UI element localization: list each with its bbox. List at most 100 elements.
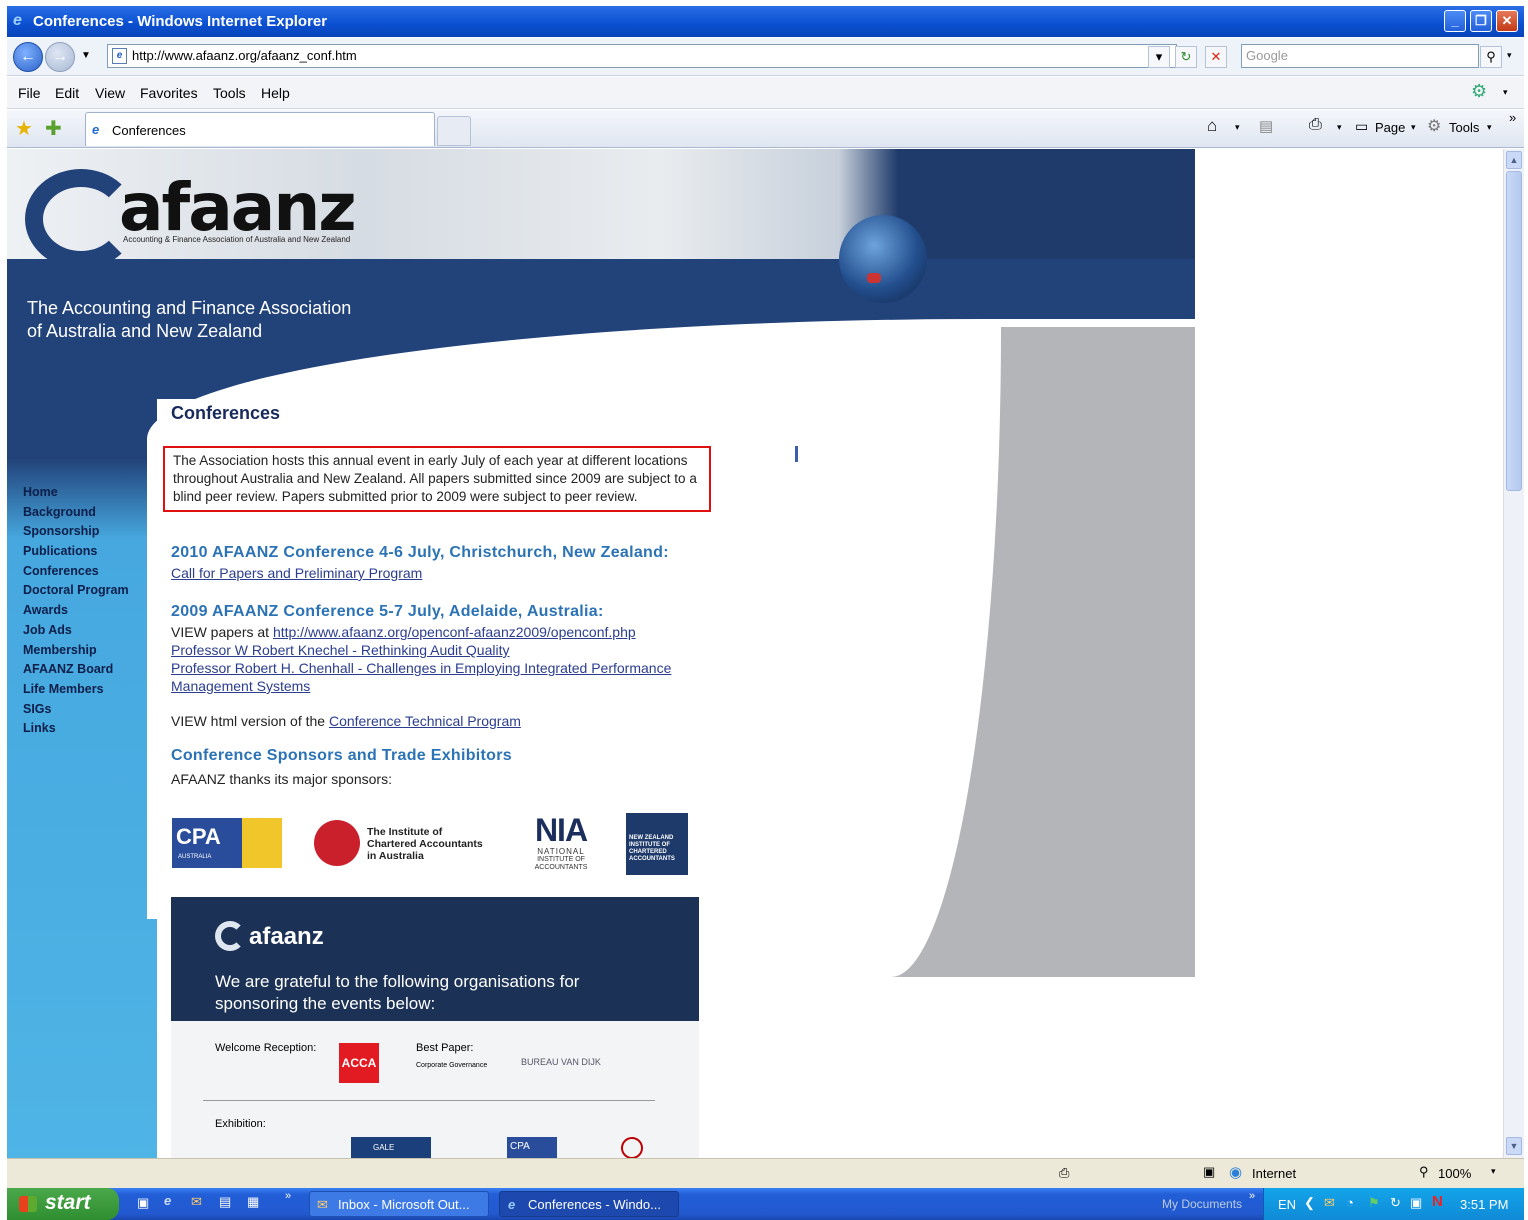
view-papers-prefix: VIEW papers at — [171, 624, 273, 640]
nav-home[interactable]: Home — [23, 485, 129, 505]
nav-awards[interactable]: Awards — [23, 603, 129, 623]
recent-pages-dropdown-icon[interactable]: ▼ — [81, 50, 91, 61]
cpa-logo-text: CPA — [176, 824, 221, 849]
menu-favorites[interactable]: Favorites — [140, 85, 198, 101]
zoom-level[interactable]: 100% — [1438, 1166, 1471, 1181]
favorites-center-icon[interactable]: ★ — [15, 116, 33, 141]
nzica-logo[interactable]: NEW ZEALAND INSTITUTE OF CHARTERED ACCOU… — [626, 813, 688, 875]
quicklaunch-outlook-icon[interactable]: ✉ — [191, 1194, 202, 1210]
tray-network-icon[interactable]: ⚑ — [1368, 1195, 1380, 1211]
print-dropdown-icon[interactable]: ▾ — [1337, 122, 1342, 133]
tray-monitor-icon[interactable]: ▣ — [1410, 1195, 1422, 1211]
toolbar-more-icon[interactable]: » — [1249, 1190, 1255, 1202]
quicklaunch-desktop-icon[interactable]: ▣ — [137, 1195, 149, 1211]
tools-gear-icon: ⚙ — [1427, 118, 1442, 135]
icaa-logo[interactable]: The Institute of Chartered Accountants i… — [367, 826, 483, 862]
tools-menu[interactable]: Tools — [1449, 120, 1479, 135]
chevron-more-icon[interactable]: » — [1509, 110, 1516, 125]
home-dropdown-icon[interactable]: ▾ — [1235, 122, 1240, 133]
taskbar-item-conferences[interactable]: e Conferences - Windo... — [499, 1191, 679, 1217]
menu-help[interactable]: Help — [261, 85, 290, 101]
tab-label: Conferences — [112, 123, 186, 138]
nav-background[interactable]: Background — [23, 505, 129, 525]
language-indicator[interactable]: EN — [1278, 1197, 1296, 1212]
quicklaunch-app-icon[interactable]: ▤ — [219, 1194, 231, 1210]
taskbar-item-conferences-label: Conferences - Windo... — [528, 1197, 661, 1212]
back-button[interactable]: ← — [13, 42, 43, 72]
home-icon[interactable]: ⌂ — [1207, 116, 1217, 136]
intro-paragraph: The Association hosts this annual event … — [163, 446, 711, 512]
nia-logo[interactable]: NIA NATIONAL INSTITUTE OF ACCOUNTANTS — [525, 813, 597, 873]
menu-tools[interactable]: Tools — [213, 85, 246, 101]
vertical-scrollbar[interactable]: ▲ ▼ — [1503, 149, 1524, 1158]
ie-logo-icon: e — [13, 12, 22, 29]
nav-life-members[interactable]: Life Members — [23, 682, 129, 702]
knechel-link[interactable]: Professor W Robert Knechel - Rethinking … — [171, 641, 510, 659]
nav-sigs[interactable]: SIGs — [23, 702, 129, 722]
restore-button[interactable]: ❐ — [1470, 10, 1492, 32]
menu-file[interactable]: File — [18, 85, 41, 101]
nia-sub-2: INSTITUTE OF — [537, 856, 585, 863]
view-html-line: VIEW html version of the Conference Tech… — [171, 712, 521, 730]
print-icon[interactable]: ⎙ — [1309, 116, 1322, 134]
start-button[interactable]: start — [7, 1188, 119, 1220]
scroll-up-icon[interactable]: ▲ — [1506, 151, 1522, 169]
feeds-icon[interactable]: ▤ — [1259, 117, 1273, 135]
tray-collapse-icon[interactable]: ❮ — [1304, 1195, 1315, 1211]
nav-membership[interactable]: Membership — [23, 643, 129, 663]
call-for-papers-link[interactable]: Call for Papers and Preliminary Program — [171, 564, 422, 582]
search-options-icon[interactable]: ▾ — [1507, 50, 1512, 61]
chenhall-link-cont[interactable]: Management Systems — [171, 677, 310, 695]
tech-program-link[interactable]: Conference Technical Program — [329, 713, 521, 729]
tray-mail-icon[interactable]: ✉ — [1324, 1195, 1335, 1211]
scroll-down-icon[interactable]: ▼ — [1506, 1137, 1522, 1155]
page-menu[interactable]: Page — [1375, 120, 1405, 135]
address-dropdown-icon[interactable]: ▾ — [1148, 46, 1170, 68]
search-icon[interactable]: ⚲ — [1480, 46, 1502, 68]
nav-conferences[interactable]: Conferences — [23, 564, 129, 584]
zoom-dropdown-icon[interactable]: ▾ — [1491, 1166, 1496, 1177]
nav-job-ads[interactable]: Job Ads — [23, 623, 129, 643]
scroll-thumb[interactable] — [1506, 171, 1522, 491]
live-search-icon[interactable]: ⚙ — [1471, 81, 1487, 102]
cpa-logo-sub: AUSTRALIA — [178, 854, 212, 860]
quicklaunch-ie-icon[interactable]: e — [164, 1193, 171, 1208]
nav-links[interactable]: Links — [23, 721, 129, 741]
zoom-icon[interactable]: ⚲ — [1419, 1164, 1429, 1180]
view-html-prefix: VIEW html version of the — [171, 713, 329, 729]
stop-icon[interactable]: ✕ — [1205, 46, 1227, 68]
clock[interactable]: 3:51 PM — [1460, 1197, 1508, 1212]
page-dropdown-icon[interactable]: ▾ — [1411, 122, 1416, 133]
openconf-link[interactable]: http://www.afaanz.org/openconf-afaanz200… — [273, 624, 636, 640]
forward-button[interactable]: → — [45, 42, 75, 72]
quicklaunch-more-icon[interactable]: » — [285, 1190, 291, 1202]
new-tab-button[interactable] — [437, 116, 471, 146]
my-documents-toolbar[interactable]: My Documents — [1162, 1197, 1242, 1211]
nav-publications[interactable]: Publications — [23, 544, 129, 564]
protected-mode-icon: ▣ — [1203, 1164, 1216, 1179]
address-input[interactable]: e http://www.afaanz.org/afaanz_conf.htm — [107, 44, 1177, 68]
quicklaunch-app2-icon[interactable]: ▦ — [247, 1194, 259, 1210]
tray-app-icon[interactable]: ◔ — [1346, 1195, 1354, 1210]
add-favorites-icon[interactable]: ✚ — [45, 116, 62, 141]
cpa-logo[interactable]: CPA AUSTRALIA — [172, 818, 282, 868]
menu-edit[interactable]: Edit — [55, 85, 79, 101]
best-paper-sub: Corporate Governance — [416, 1062, 488, 1069]
tray-sync-icon[interactable]: ↻ — [1390, 1195, 1401, 1211]
minimize-button[interactable]: _ — [1444, 10, 1466, 32]
nav-sponsorship[interactable]: Sponsorship — [23, 524, 129, 544]
nav-afaanz-board[interactable]: AFAANZ Board — [23, 662, 129, 682]
nav-doctoral-program[interactable]: Doctoral Program — [23, 583, 129, 603]
tray-norton-icon[interactable]: N — [1432, 1193, 1443, 1210]
chenhall-link[interactable]: Professor Robert H. Chenhall - Challenge… — [171, 659, 671, 677]
menu-view[interactable]: View — [95, 85, 125, 101]
close-button[interactable]: ✕ — [1496, 10, 1518, 32]
taskbar-item-inbox[interactable]: ✉ Inbox - Microsoft Out... — [309, 1191, 489, 1217]
tab-conferences[interactable]: e Conferences — [85, 112, 435, 146]
tools-cmd-dropdown-icon[interactable]: ▾ — [1487, 122, 1492, 133]
search-input[interactable]: Google — [1241, 44, 1479, 68]
taskbar-item-inbox-label: Inbox - Microsoft Out... — [338, 1197, 470, 1212]
tools-dropdown-icon[interactable]: ▾ — [1503, 87, 1508, 98]
outlook-icon: ✉ — [317, 1197, 328, 1212]
refresh-icon[interactable]: ↻ — [1175, 46, 1197, 68]
